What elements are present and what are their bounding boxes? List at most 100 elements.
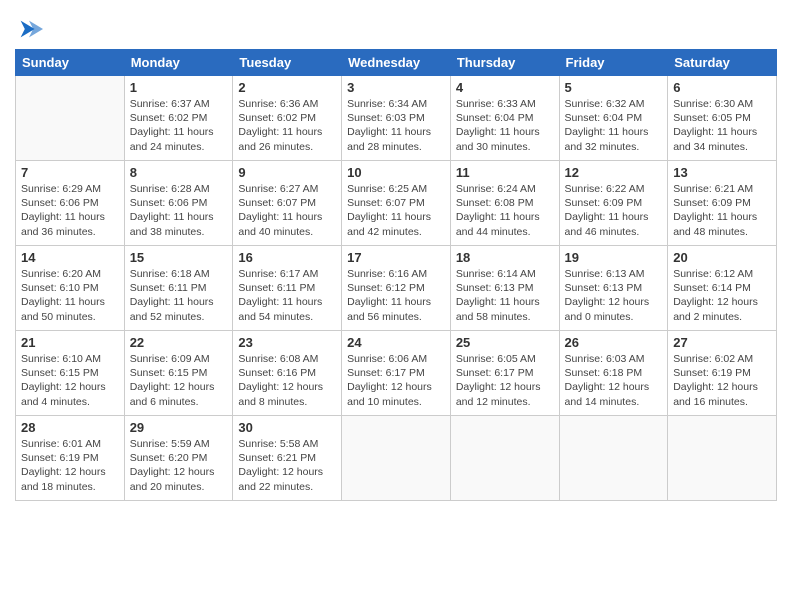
calendar-cell: 19Sunrise: 6:13 AMSunset: 6:13 PMDayligh… [559, 246, 668, 331]
day-info: Sunrise: 6:37 AMSunset: 6:02 PMDaylight:… [130, 97, 228, 154]
calendar-header-friday: Friday [559, 50, 668, 76]
day-number: 14 [21, 250, 119, 265]
calendar-cell: 21 Sunrise: 6:10 AMSunset: 6:15 PMDayligh… [16, 331, 125, 416]
day-info: Sunrise: 6:08 AMSunset: 6:16 PMDaylight:… [238, 352, 336, 409]
calendar-cell [16, 76, 125, 161]
day-number: 3 [347, 80, 445, 95]
day-info: Sunrise: 6:03 AMSunset: 6:18 PMDaylight:… [565, 352, 663, 409]
calendar-cell [450, 416, 559, 501]
calendar-cell: 28 Sunrise: 6:01 AMSunset: 6:19 PMDayligh… [16, 416, 125, 501]
calendar-cell: 17Sunrise: 6:16 AMSunset: 6:12 PMDayligh… [342, 246, 451, 331]
calendar-cell [342, 416, 451, 501]
day-info: Sunrise: 6:17 AMSunset: 6:11 PMDaylight:… [238, 267, 336, 324]
calendar-header-wednesday: Wednesday [342, 50, 451, 76]
day-number: 21 [21, 335, 119, 350]
calendar-cell: 29 Sunrise: 5:59 AMSunset: 6:20 PMDayligh… [124, 416, 233, 501]
calendar-cell: 3 Sunrise: 6:34 AMSunset: 6:03 PMDaylight… [342, 76, 451, 161]
day-number: 26 [565, 335, 663, 350]
day-info: Sunrise: 6:24 AMSunset: 6:08 PMDaylight:… [456, 182, 554, 239]
day-info: Sunrise: 6:29 AMSunset: 6:06 PMDaylight:… [21, 182, 119, 239]
calendar-header-thursday: Thursday [450, 50, 559, 76]
day-number: 17 [347, 250, 445, 265]
day-number: 1 [130, 80, 228, 95]
day-info: Sunrise: 6:28 AMSunset: 6:06 PMDaylight:… [130, 182, 228, 239]
day-info: Sunrise: 6:02 AMSunset: 6:19 PMDaylight:… [673, 352, 771, 409]
day-number: 22 [130, 335, 228, 350]
day-info: Sunrise: 6:34 AMSunset: 6:03 PMDaylight:… [347, 97, 445, 154]
calendar-cell: 15 Sunrise: 6:18 AMSunset: 6:11 PMDayligh… [124, 246, 233, 331]
day-number: 24 [347, 335, 445, 350]
day-number: 8 [130, 165, 228, 180]
day-number: 15 [130, 250, 228, 265]
day-info: Sunrise: 6:10 AMSunset: 6:15 PMDaylight:… [21, 352, 119, 409]
day-info: Sunrise: 6:05 AMSunset: 6:17 PMDaylight:… [456, 352, 554, 409]
day-info: Sunrise: 6:22 AMSunset: 6:09 PMDaylight:… [565, 182, 663, 239]
calendar-cell: 30 Sunrise: 5:58 AMSunset: 6:21 PMDayligh… [233, 416, 342, 501]
calendar-cell: 13 Sunrise: 6:21 AMSunset: 6:09 PMDayligh… [668, 161, 777, 246]
day-info: Sunrise: 6:27 AMSunset: 6:07 PMDaylight:… [238, 182, 336, 239]
page: SundayMondayTuesdayWednesdayThursdayFrid… [0, 0, 792, 511]
calendar-cell: 25 Sunrise: 6:05 AMSunset: 6:17 PMDayligh… [450, 331, 559, 416]
day-number: 18 [456, 250, 554, 265]
day-number: 9 [238, 165, 336, 180]
week-row-3: 14Sunrise: 6:20 AMSunset: 6:10 PMDayligh… [16, 246, 777, 331]
day-number: 10 [347, 165, 445, 180]
calendar-cell [559, 416, 668, 501]
day-number: 20 [673, 250, 771, 265]
calendar-cell: 5Sunrise: 6:32 AMSunset: 6:04 PMDaylight… [559, 76, 668, 161]
calendar-cell: 4 Sunrise: 6:33 AMSunset: 6:04 PMDaylight… [450, 76, 559, 161]
day-number: 12 [565, 165, 663, 180]
calendar-cell: 2Sunrise: 6:36 AMSunset: 6:02 PMDaylight… [233, 76, 342, 161]
calendar-cell: 1 Sunrise: 6:37 AMSunset: 6:02 PMDaylight… [124, 76, 233, 161]
calendar-cell: 16 Sunrise: 6:17 AMSunset: 6:11 PMDayligh… [233, 246, 342, 331]
calendar-cell: 22 Sunrise: 6:09 AMSunset: 6:15 PMDayligh… [124, 331, 233, 416]
week-row-1: 1 Sunrise: 6:37 AMSunset: 6:02 PMDaylight… [16, 76, 777, 161]
day-number: 23 [238, 335, 336, 350]
day-number: 30 [238, 420, 336, 435]
day-number: 4 [456, 80, 554, 95]
day-number: 6 [673, 80, 771, 95]
day-number: 16 [238, 250, 336, 265]
calendar-cell: 24 Sunrise: 6:06 AMSunset: 6:17 PMDayligh… [342, 331, 451, 416]
day-info: Sunrise: 6:01 AMSunset: 6:19 PMDaylight:… [21, 437, 119, 494]
day-info: Sunrise: 6:13 AMSunset: 6:13 PMDaylight:… [565, 267, 663, 324]
calendar-cell: 9 Sunrise: 6:27 AMSunset: 6:07 PMDaylight… [233, 161, 342, 246]
calendar-cell: 7 Sunrise: 6:29 AMSunset: 6:06 PMDaylight… [16, 161, 125, 246]
day-info: Sunrise: 6:21 AMSunset: 6:09 PMDaylight:… [673, 182, 771, 239]
calendar-cell: 14Sunrise: 6:20 AMSunset: 6:10 PMDayligh… [16, 246, 125, 331]
calendar-cell: 10 Sunrise: 6:25 AMSunset: 6:07 PMDayligh… [342, 161, 451, 246]
calendar-cell: 12 Sunrise: 6:22 AMSunset: 6:09 PMDayligh… [559, 161, 668, 246]
day-info: Sunrise: 6:18 AMSunset: 6:11 PMDaylight:… [130, 267, 228, 324]
header [15, 10, 777, 43]
calendar-cell: 18 Sunrise: 6:14 AMSunset: 6:13 PMDayligh… [450, 246, 559, 331]
day-number: 13 [673, 165, 771, 180]
day-info: Sunrise: 5:59 AMSunset: 6:20 PMDaylight:… [130, 437, 228, 494]
day-info: Sunrise: 6:25 AMSunset: 6:07 PMDaylight:… [347, 182, 445, 239]
day-info: Sunrise: 6:36 AMSunset: 6:02 PMDaylight:… [238, 97, 336, 154]
day-info: Sunrise: 6:14 AMSunset: 6:13 PMDaylight:… [456, 267, 554, 324]
calendar-header-saturday: Saturday [668, 50, 777, 76]
calendar-cell [668, 416, 777, 501]
calendar-header-row: SundayMondayTuesdayWednesdayThursdayFrid… [16, 50, 777, 76]
calendar-cell: 8 Sunrise: 6:28 AMSunset: 6:06 PMDaylight… [124, 161, 233, 246]
calendar-header-tuesday: Tuesday [233, 50, 342, 76]
day-info: Sunrise: 6:33 AMSunset: 6:04 PMDaylight:… [456, 97, 554, 154]
day-info: Sunrise: 5:58 AMSunset: 6:21 PMDaylight:… [238, 437, 336, 494]
logo-icon [15, 15, 43, 43]
day-info: Sunrise: 6:06 AMSunset: 6:17 PMDaylight:… [347, 352, 445, 409]
day-number: 29 [130, 420, 228, 435]
day-info: Sunrise: 6:30 AMSunset: 6:05 PMDaylight:… [673, 97, 771, 154]
logo [15, 15, 47, 43]
day-number: 25 [456, 335, 554, 350]
day-info: Sunrise: 6:09 AMSunset: 6:15 PMDaylight:… [130, 352, 228, 409]
day-number: 27 [673, 335, 771, 350]
calendar-cell: 27 Sunrise: 6:02 AMSunset: 6:19 PMDayligh… [668, 331, 777, 416]
week-row-5: 28 Sunrise: 6:01 AMSunset: 6:19 PMDayligh… [16, 416, 777, 501]
calendar-cell: 20Sunrise: 6:12 AMSunset: 6:14 PMDayligh… [668, 246, 777, 331]
day-info: Sunrise: 6:32 AMSunset: 6:04 PMDaylight:… [565, 97, 663, 154]
week-row-4: 21 Sunrise: 6:10 AMSunset: 6:15 PMDayligh… [16, 331, 777, 416]
day-number: 7 [21, 165, 119, 180]
day-number: 28 [21, 420, 119, 435]
calendar-cell: 6 Sunrise: 6:30 AMSunset: 6:05 PMDaylight… [668, 76, 777, 161]
week-row-2: 7 Sunrise: 6:29 AMSunset: 6:06 PMDaylight… [16, 161, 777, 246]
